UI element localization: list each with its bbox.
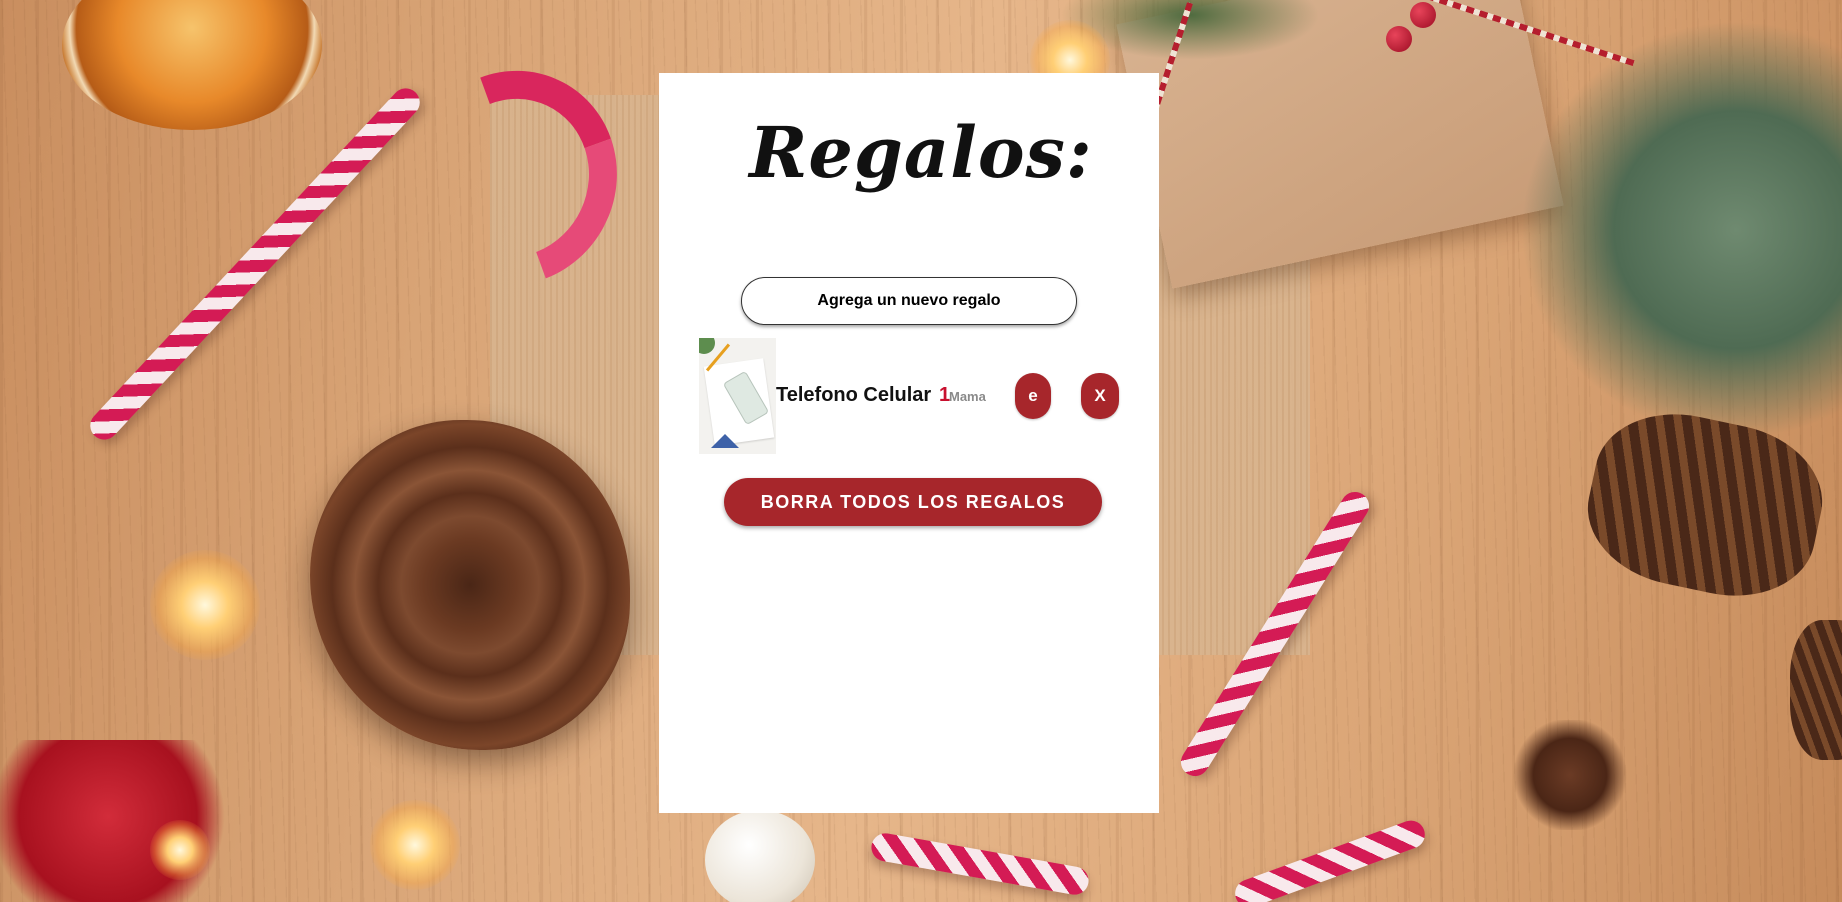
fairy-light — [370, 800, 460, 890]
triangle-icon — [711, 434, 739, 448]
red-star-ornament — [0, 740, 240, 902]
fairy-light — [150, 820, 210, 880]
candy-cane-decoration — [1231, 816, 1429, 902]
gift-list-item: Telefono Celular 1 Mama e X — [699, 338, 1121, 454]
pinecone-decoration — [310, 420, 630, 750]
delete-gift-button[interactable]: X — [1081, 373, 1119, 419]
gift-recipient: Mama — [949, 389, 986, 404]
candy-cane-decoration — [869, 831, 1091, 897]
page-title: Regalos: — [749, 111, 1093, 194]
clear-all-gifts-button[interactable]: BORRA TODOS LOS REGALOS — [724, 478, 1102, 526]
pinecone-edge-decoration — [1790, 620, 1842, 760]
gift-name: Telefono Celular — [776, 384, 932, 406]
dried-orange-decoration — [62, 0, 322, 130]
snowball-ornament — [705, 810, 815, 902]
fairy-light — [150, 550, 260, 660]
add-gift-button[interactable]: Agrega un nuevo regalo — [741, 277, 1077, 325]
gift-image — [699, 338, 776, 454]
berry-decoration — [1410, 2, 1436, 28]
berry-decoration — [1386, 26, 1412, 52]
leaf-icon — [699, 338, 715, 354]
edit-gift-button[interactable]: e — [1015, 373, 1051, 419]
fir-branch-decoration — [1520, 20, 1842, 440]
star-anise-decoration — [1510, 720, 1630, 830]
